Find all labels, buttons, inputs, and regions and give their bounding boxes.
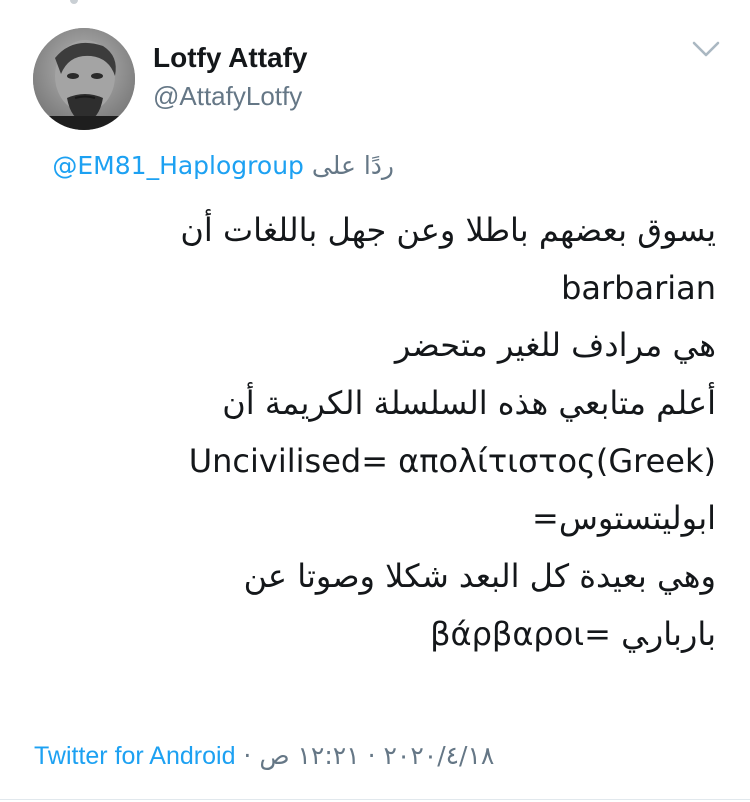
reply-target-link[interactable]: @EM81_Haplogroup (52, 151, 304, 180)
tweet-time[interactable]: ١٢:٢١ ص (259, 741, 359, 770)
author-handle[interactable]: @AttafyLotfy (153, 81, 302, 112)
tweet-line: ابوليتستوس= (532, 499, 716, 538)
decorative-dot (70, 0, 78, 4)
tweet-line: barbarian (561, 268, 716, 307)
source-link[interactable]: Twitter for Android (34, 742, 235, 770)
tweet-line: يسوق بعضهم باطلا وعن جهل باللغات أن (180, 211, 716, 249)
divider (0, 799, 750, 800)
tweet-footer: Twitter for Android · ٢٠٢٠/٤/١٨ · ١٢:٢١ … (34, 741, 494, 771)
tweet-line: باربار‍ي =βάρβαροι (430, 614, 716, 653)
tweet-line: هي مرادف للغير متحضر (394, 326, 716, 365)
reply-context: ردًا على @EM81_Haplogroup (52, 151, 394, 180)
tweet-date[interactable]: ٢٠٢٠/٤/١٨ (383, 741, 494, 770)
avatar[interactable] (33, 28, 135, 130)
footer-separator: · (235, 741, 260, 770)
tweet-line: أعلم متابعي هذه السلسلة الكريمة أن (222, 384, 716, 423)
footer-separator: · (359, 741, 384, 770)
reply-prefix: ردًا على (311, 151, 394, 180)
tweet-line: Uncivilised= απολίτιστος(Greek) (188, 441, 716, 480)
chevron-down-icon[interactable] (692, 40, 720, 58)
tweet-line: وهي بعيدة كل البعد شكلا وصوتا عن (243, 557, 716, 596)
tweet-text: يسوق بعضهم باطلا وعن جهل باللغات أن barb… (20, 202, 716, 664)
author-name[interactable]: Lotfy Attafy (153, 42, 308, 74)
